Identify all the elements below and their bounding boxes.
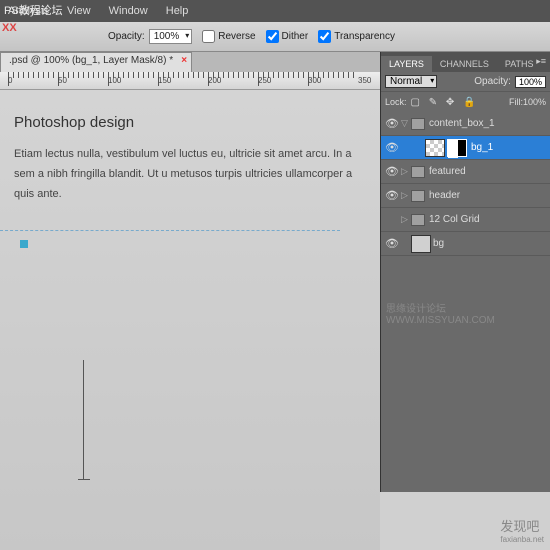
expand-arrow-icon[interactable]: ▷ — [401, 214, 411, 225]
cursor-crosshair — [78, 360, 90, 480]
lock-label: Lock: — [385, 97, 407, 107]
folder-icon — [411, 214, 425, 226]
tab-channels[interactable]: CHANNELS — [432, 56, 497, 72]
canvas-heading: Photoshop design — [0, 90, 380, 131]
dither-checkbox[interactable] — [266, 30, 279, 43]
panel-opacity-label: Opacity: — [474, 76, 511, 87]
watermark-xx: XX — [2, 22, 17, 34]
visibility-toggle[interactable]: 👁 — [383, 237, 401, 250]
folder-icon — [411, 190, 425, 202]
document-canvas[interactable]: Photoshop design Etiam lectus nulla, ves… — [0, 90, 380, 550]
lock-icons[interactable]: ▢ ✎ ✥ 🔒 — [411, 97, 479, 108]
reverse-checkbox[interactable] — [202, 30, 215, 43]
tab-paths[interactable]: PATHS — [497, 56, 542, 72]
layer-name[interactable]: content_box_1 — [429, 118, 495, 129]
expand-arrow-icon[interactable]: ▷ — [401, 166, 411, 177]
transparency-label: Transparency — [334, 31, 395, 42]
layer-mask-thumbnail[interactable] — [447, 139, 467, 157]
reverse-label: Reverse — [218, 31, 255, 42]
watermark-br: 发现吧faxianba.net — [500, 516, 544, 544]
layer-name[interactable]: featured — [429, 166, 466, 177]
layer-list: 👁▽content_box_1👁bg_1👁▷featured👁▷header▷1… — [381, 112, 550, 256]
layer-thumbnail[interactable] — [425, 139, 445, 157]
menu-window[interactable]: Window — [109, 5, 148, 17]
panel-tabs: LAYERS CHANNELS PATHS ▸≡ — [381, 52, 550, 72]
expand-arrow-icon[interactable]: ▷ — [401, 190, 411, 201]
layer-row-featured[interactable]: 👁▷ featured — [381, 160, 550, 184]
layer-row-12 Col Grid[interactable]: ▷ 12 Col Grid — [381, 208, 550, 232]
expand-arrow-icon[interactable]: ▽ — [401, 118, 411, 129]
opacity-field[interactable]: 100% — [149, 29, 193, 44]
layer-name[interactable]: header — [429, 190, 460, 201]
visibility-toggle[interactable]: 👁 — [383, 165, 401, 178]
layer-name[interactable]: bg_1 — [471, 142, 493, 153]
document-tab-title: .psd @ 100% (bg_1, Layer Mask/8) * — [9, 55, 173, 66]
fill-field[interactable]: 100% — [523, 97, 546, 107]
panel-opacity-field[interactable]: 100% — [515, 76, 546, 88]
panel-menu-icon[interactable]: ▸≡ — [536, 56, 546, 67]
layers-panel: LAYERS CHANNELS PATHS ▸≡ Normal Opacity:… — [380, 52, 550, 492]
layer-row-header[interactable]: 👁▷ header — [381, 184, 550, 208]
menu-view[interactable]: View — [67, 5, 91, 17]
layer-name[interactable]: 12 Col Grid — [429, 214, 480, 225]
layer-row-bg[interactable]: 👁 bg — [381, 232, 550, 256]
layer-row-bg_1[interactable]: 👁 bg_1 — [381, 136, 550, 160]
folder-icon — [411, 166, 425, 178]
watermark-tl: PS教程论坛 — [4, 2, 63, 18]
canvas-body-text: Etiam lectus nulla, vestibulum vel luctu… — [0, 131, 380, 204]
fill-label: Fill: — [509, 97, 523, 107]
dither-label: Dither — [282, 31, 309, 42]
blend-mode-select[interactable]: Normal — [385, 75, 437, 88]
document-tab[interactable]: .psd @ 100% (bg_1, Layer Mask/8) * × — [0, 52, 192, 72]
transform-handle[interactable] — [20, 240, 28, 248]
transparency-checkbox[interactable] — [318, 30, 331, 43]
visibility-toggle[interactable]: 👁 — [383, 141, 401, 154]
folder-icon — [411, 118, 425, 130]
tab-layers[interactable]: LAYERS — [381, 56, 432, 72]
layer-thumbnail[interactable] — [411, 235, 431, 253]
watermark-mid: 思缘设计论坛 WWW.MISSYUAN.COM — [386, 300, 550, 326]
app-menu-bar: Analysis View Window Help PS教程论坛 — [0, 0, 550, 22]
options-bar: XX Opacity: 100% Reverse Dither Transpar… — [0, 22, 550, 52]
layer-name[interactable]: bg — [433, 238, 444, 249]
close-icon[interactable]: × — [181, 55, 187, 66]
selection-marquee — [0, 230, 340, 231]
layer-row-content_box_1[interactable]: 👁▽ content_box_1 — [381, 112, 550, 136]
opacity-label: Opacity: — [108, 31, 145, 42]
visibility-toggle[interactable]: 👁 — [383, 189, 401, 202]
visibility-toggle[interactable]: 👁 — [383, 117, 401, 130]
menu-help[interactable]: Help — [166, 5, 189, 17]
